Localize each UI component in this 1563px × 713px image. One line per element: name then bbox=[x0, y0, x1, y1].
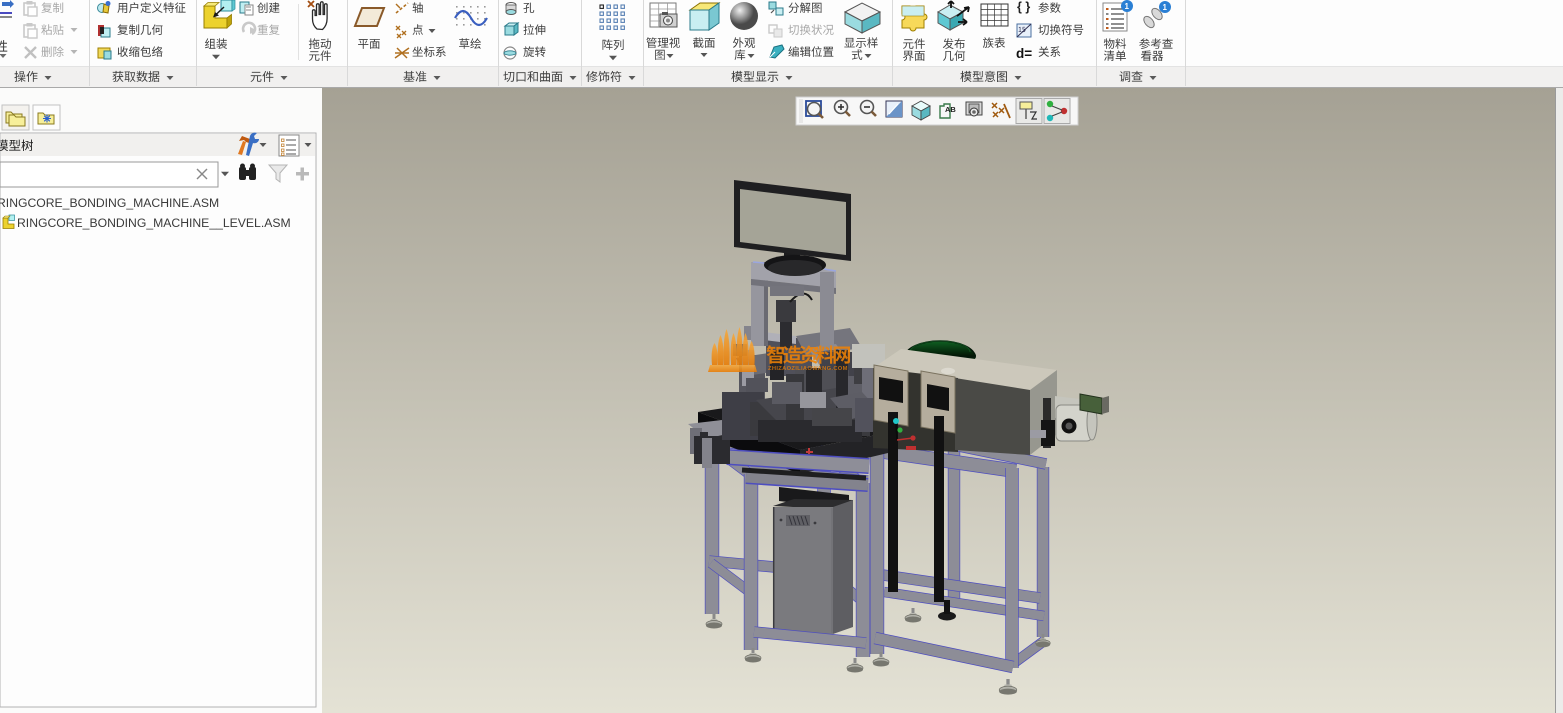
svg-text:RINGCORE_BONDING_MACHINE.ASM: RINGCORE_BONDING_MACHINE.ASM bbox=[0, 196, 219, 210]
svg-text:RINGCORE_BONDING_MACHINE__LEVE: RINGCORE_BONDING_MACHINE__LEVEL.ASM bbox=[17, 216, 291, 230]
svg-text:d=: d= bbox=[1016, 46, 1032, 61]
svg-text:AB: AB bbox=[945, 105, 956, 114]
svg-text:1: 1 bbox=[1125, 2, 1130, 11]
svg-text:{ }: { } bbox=[1017, 0, 1030, 14]
svg-text:ZHIZAOZILIAOWANG.COM: ZHIZAOZILIAOWANG.COM bbox=[768, 366, 848, 372]
svg-text:1: 1 bbox=[1163, 3, 1168, 12]
